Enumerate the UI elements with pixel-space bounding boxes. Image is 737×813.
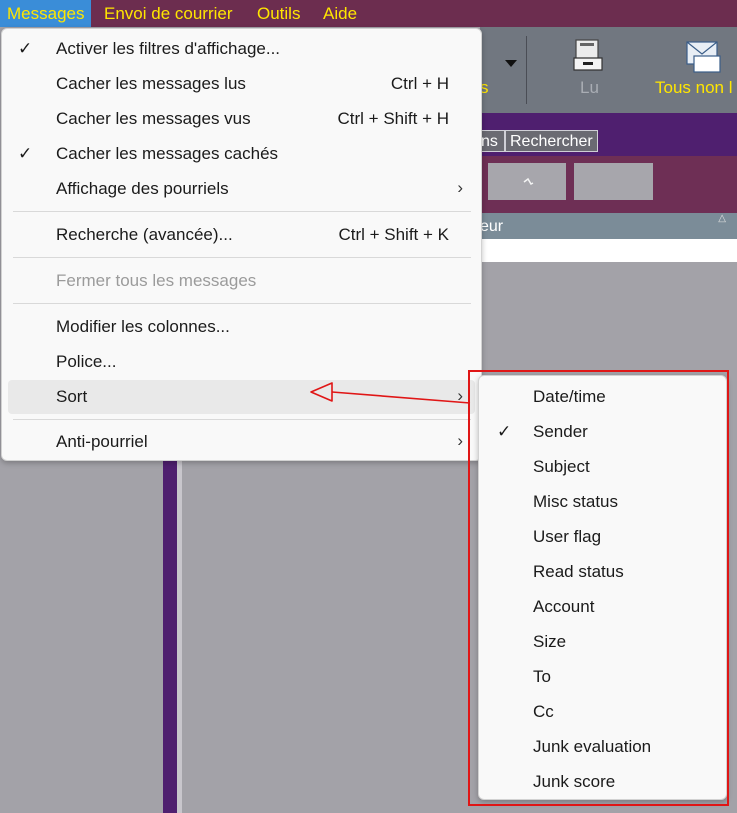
annotation-arrow-icon xyxy=(310,382,471,404)
